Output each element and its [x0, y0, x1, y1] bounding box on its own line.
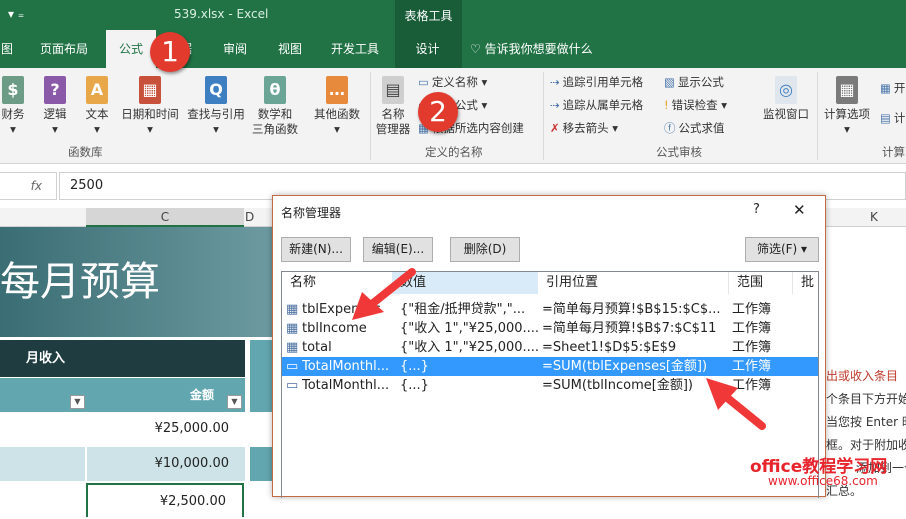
arrow-to-name-list — [352, 268, 416, 320]
arrow-to-formula — [706, 378, 766, 430]
annotation-arrows — [352, 268, 766, 430]
watermark-url: www.office68.com — [768, 474, 878, 488]
